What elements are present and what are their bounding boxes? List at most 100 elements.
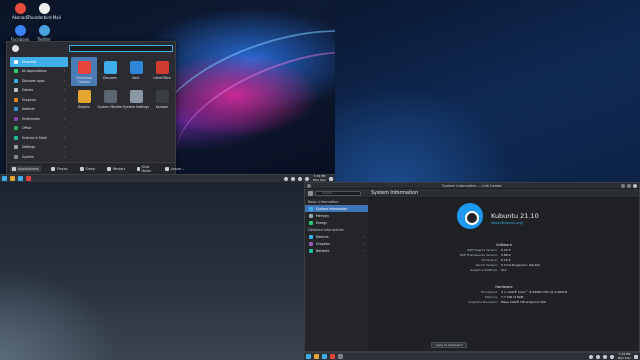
applications-tab[interactable]: Applications [10,165,41,172]
launcher-apps-grid: Chromium Chrome Discover Kate LibreOffice Do… [71,57,175,115]
launcher-category[interactable]: Favorites › [10,57,68,67]
info-center-task-icon[interactable] [338,354,343,359]
sidebar-item[interactable]: System Information [305,205,368,212]
chevron-up-icon[interactable] [609,354,614,359]
sidebar-item-icon [309,241,313,246]
launcher-icon[interactable] [2,176,7,181]
launcher-category[interactable]: Graphics › [10,95,68,105]
copy-to-clipboard-button[interactable]: Copy to Clipboard [431,342,467,348]
battery-icon[interactable] [602,354,607,359]
compass-icon [50,166,55,171]
shutdown-button[interactable]: Shut Down [135,164,155,174]
category-label: Discover apps [22,78,45,83]
show-desktop-icon[interactable] [329,176,333,181]
chevron-right-icon: › [63,78,65,83]
minimize-button[interactable] [621,184,625,188]
chevron-right-icon: › [363,248,365,253]
hamburger-menu-icon[interactable] [308,191,313,196]
info-key: Processors: [480,290,498,294]
launcher-app[interactable]: Kate [123,57,149,86]
launcher-app[interactable]: LibreOffice [149,57,175,86]
app-icon [14,3,26,14]
network-icon[interactable] [595,354,600,359]
sidebar-item[interactable]: Energy [305,219,368,226]
app-label: System Settings [123,105,149,109]
discover-icon[interactable] [322,354,327,359]
page-title: System Information [371,191,419,196]
search-input[interactable]: Search... [315,191,361,196]
sidebar-item[interactable]: Graphics › [305,240,368,247]
distro-website-link[interactable]: https://kubuntu.org/ [491,221,523,225]
maximize-button[interactable] [627,184,631,188]
hardware-heading: Hardware [495,285,513,289]
dolphin-icon[interactable] [314,354,319,359]
launcher-category[interactable]: System › [10,152,68,162]
desktop-icon-twitter[interactable]: Twitter [27,25,61,42]
launcher-app[interactable]: Dolphin [71,86,97,115]
user-avatar-icon[interactable] [12,45,19,52]
category-icon [14,59,18,64]
launcher-icon[interactable] [306,354,311,359]
category-icon [14,135,18,140]
search-placeholder: Search... [322,191,336,195]
launcher-category[interactable]: Science & Math › [10,133,68,143]
category-label: Settings [22,145,36,150]
restart-button[interactable]: Restart [105,166,127,172]
launcher-category[interactable]: Internet › [10,105,68,115]
chevron-right-icon: › [63,145,65,150]
launcher-app[interactable]: Chromium Chrome [71,57,97,86]
launcher-category[interactable]: Games › [10,86,68,96]
digital-clock[interactable]: 7:34 PM Mon Dec [618,352,631,360]
info-key: Graphics Processor: [468,300,498,304]
chevron-right-icon: › [63,126,65,131]
sleep-button[interactable]: Sleep [78,166,97,172]
chevron-right-icon: › [63,97,65,102]
network-icon[interactable] [290,176,295,181]
app-icon [129,61,143,74]
launcher-app[interactable]: Discover [97,57,123,86]
sidebar-item[interactable]: Network › [305,247,368,254]
window-toolbar: Search... System Information [305,189,639,198]
places-tab[interactable]: Places [49,166,70,172]
category-icon [14,116,18,121]
volume-icon[interactable] [588,354,593,359]
info-content: Kubuntu 21.10 https://kubuntu.org/ Softw… [369,198,639,351]
sidebar-item[interactable]: Memory [305,212,368,219]
dolphin-icon[interactable] [10,176,15,181]
chevron-right-icon: › [63,116,65,121]
distro-name: Kubuntu 21.10 [491,212,539,220]
app-icon [103,90,117,103]
launcher-category[interactable]: Office › [10,124,68,134]
volume-icon[interactable] [283,176,288,181]
digital-clock[interactable]: 7:34 PM Mon Dec [313,174,326,182]
close-button[interactable] [633,184,637,188]
desktop-icon-thunderbird[interactable]: Thunderbird Mail [27,3,61,20]
launcher-app[interactable]: System Settings [123,86,149,115]
category-icon [14,154,18,159]
chevron-up-icon[interactable] [304,176,309,181]
browser-icon[interactable] [330,354,335,359]
launcher-category[interactable]: All Applications › [10,67,68,77]
desktop-bottom-right: System Information — Info Center Search.… [304,182,640,360]
category-label: Favorites [22,59,37,64]
sidebar-section-heading: Basic Information [308,200,339,204]
sidebar-item-icon [309,206,313,211]
launcher-search-input[interactable] [69,45,173,52]
launcher-app[interactable]: System Monitor [97,86,123,115]
leave-button[interactable]: Leave... [163,166,186,172]
app-label: System Monitor [97,105,123,109]
launcher-category[interactable]: Settings › [10,143,68,153]
shutdown-label: Shut Down [141,164,152,173]
launcher-category[interactable]: Multimedia › [10,114,68,124]
category-label: Science & Math [22,135,47,140]
sidebar-item-label: Devices [316,234,329,239]
category-icon [14,78,18,83]
launcher-app[interactable]: Konsole [149,86,175,115]
discover-icon[interactable] [18,176,23,181]
browser-icon[interactable] [26,176,31,181]
sidebar-item[interactable]: Devices › [305,233,368,240]
app-icon [129,90,143,103]
launcher-category[interactable]: Discover apps › [10,76,68,86]
show-desktop-icon[interactable] [634,354,638,359]
battery-icon[interactable] [297,176,302,181]
